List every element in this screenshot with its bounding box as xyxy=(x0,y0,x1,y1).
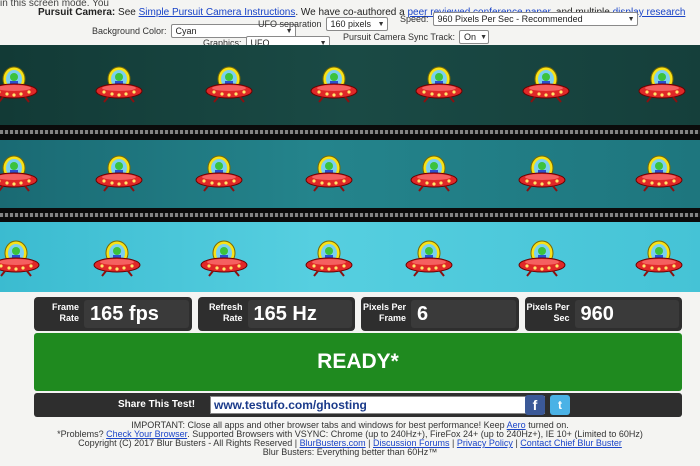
sync-track-value: On xyxy=(464,32,477,42)
facebook-icon[interactable]: f xyxy=(525,395,545,415)
sync-track-control: Pursuit Camera Sync Track: On ▼ xyxy=(343,30,490,44)
ufo-separation-control: UFO separation 160 pixels ▼ xyxy=(258,17,388,31)
stat-label: Refresh Rate xyxy=(208,302,243,323)
share-label: Share This Test! xyxy=(118,399,196,410)
ufo-icon xyxy=(95,63,143,103)
ufo-icon xyxy=(0,237,40,277)
pursuit-label: Pursuit Camera: xyxy=(38,7,116,18)
ufo-icon xyxy=(200,237,248,277)
ufo-icon xyxy=(405,237,453,277)
footer-tagline: Blur Busters: Everything better than 60H… xyxy=(262,447,438,457)
sync-track-dashes xyxy=(0,130,700,134)
stats-bar: Frame Rate 165 fps Refresh Rate 165 Hz P… xyxy=(34,297,682,331)
sync-track-select[interactable]: On ▼ xyxy=(459,30,490,44)
background-value: Cyan xyxy=(175,26,197,36)
speed-select[interactable]: 960 Pixels Per Sec - Recommended ▼ xyxy=(432,12,638,26)
ufo-icon xyxy=(0,152,38,192)
ufo-icon xyxy=(195,152,243,192)
stat-value: 165 fps xyxy=(84,300,189,328)
stat-label: Pixels Per Sec xyxy=(526,302,570,323)
twitter-icon[interactable]: t xyxy=(550,395,570,415)
background-label: Background Color: xyxy=(92,26,167,36)
ready-status-bar: READY* xyxy=(34,333,682,391)
ufo-icon xyxy=(410,152,458,192)
stat-label: Pixels Per Frame xyxy=(362,302,406,323)
sync-track-strip xyxy=(0,125,700,140)
ufo-icon xyxy=(518,152,566,192)
ufo-icon xyxy=(415,63,463,103)
share-bar: Share This Test! www.testufo.com/ghostin… xyxy=(34,393,682,417)
ufo-lane-light xyxy=(0,222,700,292)
ufo-separation-select[interactable]: 160 pixels ▼ xyxy=(325,17,388,31)
chevron-down-icon: ▼ xyxy=(480,33,487,41)
stat-refresh-rate: Refresh Rate 165 Hz xyxy=(197,297,355,331)
ufo-icon xyxy=(518,237,566,277)
stat-value: 165 Hz xyxy=(247,300,352,328)
ufo-separation-value: 160 pixels xyxy=(330,19,372,29)
speed-value: 960 Pixels Per Sec - Recommended xyxy=(437,14,583,24)
ufo-icon xyxy=(205,63,253,103)
ufo-icon xyxy=(0,63,38,103)
ufo-icon xyxy=(635,152,683,192)
ufo-icon xyxy=(305,237,353,277)
ufo-icon xyxy=(635,237,683,277)
share-url-field[interactable]: www.testufo.com/ghosting xyxy=(210,396,545,414)
chevron-down-icon: ▼ xyxy=(627,15,635,23)
ufo-icon xyxy=(305,152,353,192)
ufo-icon xyxy=(93,237,141,277)
sync-track-label: Pursuit Camera Sync Track: xyxy=(343,32,456,42)
sync-track-strip xyxy=(0,208,700,223)
ufo-lane-medium xyxy=(0,140,700,208)
stat-frame-rate: Frame Rate 165 fps xyxy=(34,297,192,331)
stat-pixels-per-frame: Pixels Per Frame 6 xyxy=(361,297,519,331)
ufo-icon xyxy=(522,63,570,103)
stat-value: 960 xyxy=(574,300,679,328)
speed-label: Speed: xyxy=(400,14,429,24)
ufo-separation-label: UFO separation xyxy=(258,19,322,29)
stat-label: Frame Rate xyxy=(51,302,79,323)
speed-control: Speed: 960 Pixels Per Sec - Recommended ▼ xyxy=(400,12,638,26)
ufo-icon xyxy=(638,63,686,103)
stat-pixels-per-sec: Pixels Per Sec 960 xyxy=(524,297,682,331)
pursuit-see: See xyxy=(118,7,136,18)
ufo-lane-dark xyxy=(0,45,700,125)
stat-value: 6 xyxy=(411,300,516,328)
chevron-down-icon: ▼ xyxy=(377,20,385,28)
sync-track-dashes xyxy=(0,213,700,217)
ufo-icon xyxy=(95,152,143,192)
ufo-icon xyxy=(310,63,358,103)
